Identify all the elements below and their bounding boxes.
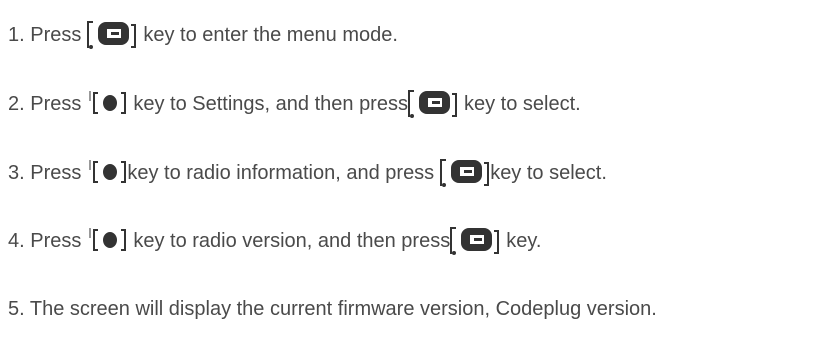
instruction-step-3: 3. Press key to radio information, and p… [8,155,607,191]
instruction-step-2: 2. Press key to Settings, and then press… [8,86,581,122]
menu-ok-key-icon [450,227,500,255]
step-5-text: 5. The screen will display the current f… [8,298,657,320]
menu-ok-key-icon [440,159,490,187]
menu-ok-key-icon [87,21,137,49]
navigation-key-icon [89,228,127,251]
step-2-middle-text: key to Settings, and then press [133,93,408,115]
step-3-before-text: 3. Press [8,162,82,184]
step-3-after-text: key to select. [490,162,607,184]
menu-ok-key-icon [407,90,457,118]
step-4-after-text: key. [506,230,542,252]
step-2-before-text: 2. Press [8,93,82,115]
instruction-step-4: 4. Press key to radio version, and then … [8,223,541,259]
step-4-before-text: 4. Press [8,230,82,252]
navigation-key-icon [89,91,127,114]
step-1-before-text: 1. Press [8,24,82,46]
instruction-step-5: 5. The screen will display the current f… [8,291,657,327]
step-1-after-text: key to enter the menu mode. [143,24,398,46]
step-3-middle-text: key to radio information, and press [127,162,435,184]
navigation-key-icon [89,160,127,183]
step-2-after-text: key to select. [463,93,581,115]
step-4-middle-text: key to radio version, and then press [133,230,451,252]
instruction-step-1: 1. Press key to enter the menu mode. [8,17,398,53]
